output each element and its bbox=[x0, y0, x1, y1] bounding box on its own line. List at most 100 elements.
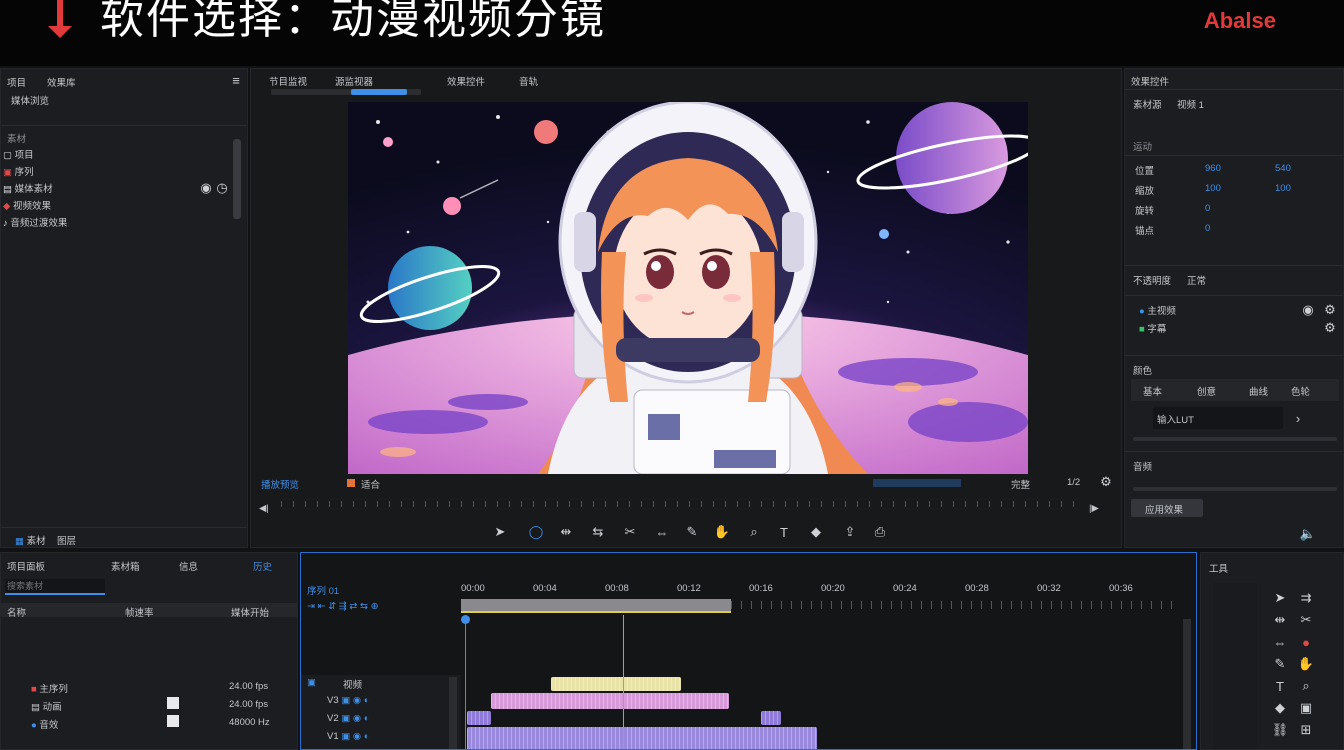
tab-effects-library[interactable]: 效果库 bbox=[47, 75, 76, 89]
in-marker[interactable] bbox=[347, 479, 355, 487]
hand-icon[interactable]: ✋ bbox=[1297, 655, 1315, 673]
list-item[interactable]: ▢ 项目 bbox=[3, 147, 34, 161]
table-row[interactable]: ▤ 动画 bbox=[31, 699, 62, 713]
track-v2[interactable]: V2 ▣ ◉ ◐ bbox=[327, 713, 370, 724]
export-icon[interactable]: ⇪ bbox=[841, 523, 859, 541]
video-clip[interactable] bbox=[491, 693, 729, 709]
list-item[interactable]: ▤ 媒体素材 bbox=[3, 181, 53, 195]
marker-icon[interactable]: ◆ bbox=[807, 523, 825, 541]
timeline-tools[interactable]: ⇥ ⇤ ⇵ ⇶ ⇄ ⇆ ⊕ bbox=[307, 601, 379, 612]
razor-icon[interactable]: ✂ bbox=[1297, 611, 1315, 629]
scrubber-ruler[interactable] bbox=[281, 501, 1081, 507]
green-playhead[interactable] bbox=[623, 615, 624, 749]
column-name[interactable]: 名称 bbox=[7, 605, 26, 619]
tab-audio-track[interactable]: 音轨 bbox=[519, 74, 538, 88]
lasso-icon[interactable]: ◯ bbox=[527, 523, 545, 541]
blend-mode[interactable]: 正常 bbox=[1187, 273, 1206, 287]
tab-creative[interactable]: 创意 bbox=[1197, 384, 1216, 398]
type-icon[interactable]: T bbox=[775, 523, 793, 541]
param-value[interactable]: 0 bbox=[1205, 223, 1210, 234]
param-value-2[interactable]: 100 bbox=[1275, 183, 1291, 194]
tab-curves[interactable]: 曲线 bbox=[1249, 384, 1268, 398]
tab-source[interactable]: 源监视器 bbox=[335, 74, 373, 88]
settings-icon[interactable]: ⚙ bbox=[1097, 473, 1115, 491]
param-value-2[interactable]: 540 bbox=[1275, 163, 1291, 174]
intensity-slider[interactable] bbox=[1133, 437, 1337, 441]
razor-icon[interactable]: ✂ bbox=[621, 523, 639, 541]
param-value[interactable]: 100 bbox=[1205, 183, 1221, 194]
rolling-icon[interactable]: ⇆ bbox=[589, 523, 607, 541]
zoom-icon[interactable]: ⌕ bbox=[745, 523, 763, 541]
track-select-icon[interactable]: ⇉ bbox=[1297, 589, 1315, 607]
speaker-icon[interactable]: 🔈 bbox=[1299, 525, 1317, 543]
track-item[interactable]: ● 主视频 bbox=[1139, 303, 1176, 317]
slip-icon[interactable]: ⇔ bbox=[653, 523, 671, 541]
quality-dropdown[interactable]: 完整 bbox=[1011, 477, 1030, 491]
snap-icon[interactable]: ⊞ bbox=[1297, 721, 1315, 739]
timeline-ruler[interactable]: 00:00 00:04 00:08 00:12 00:16 00:20 00:2… bbox=[461, 583, 1181, 597]
list-item[interactable]: ◆ 视频效果 bbox=[3, 198, 51, 212]
track-v3[interactable]: V1 ▣ ◉ ◐ bbox=[327, 731, 370, 742]
select-icon[interactable]: ➤ bbox=[1271, 589, 1289, 607]
playhead-handle[interactable] bbox=[461, 615, 470, 624]
record-icon[interactable]: ● bbox=[1297, 633, 1315, 651]
track-item[interactable]: ■ 字幕 bbox=[1139, 321, 1166, 335]
marker-icon[interactable]: ◆ bbox=[1271, 699, 1289, 717]
tab-effect-controls[interactable]: 效果控件 bbox=[447, 74, 485, 88]
slip-icon[interactable]: ⇔ bbox=[1271, 633, 1289, 651]
blue-playhead[interactable] bbox=[465, 615, 466, 749]
track-icon[interactable]: ▣ bbox=[307, 677, 316, 688]
param-value[interactable]: 0 bbox=[1205, 203, 1210, 214]
zoom-level-bar[interactable] bbox=[873, 479, 961, 487]
tab-bins[interactable]: 素材箱 bbox=[111, 559, 140, 573]
lock-icon[interactable]: ▣ bbox=[1297, 699, 1315, 717]
list-item[interactable]: ▣ 序列 bbox=[3, 164, 34, 178]
camera-icon[interactable]: ⎙ bbox=[871, 523, 889, 541]
color-section[interactable]: 颜色 bbox=[1133, 363, 1152, 377]
video-clip[interactable] bbox=[761, 711, 781, 725]
clock-icon[interactable]: ◷ bbox=[213, 179, 231, 197]
param-value[interactable]: 960 bbox=[1205, 163, 1221, 174]
type-icon[interactable]: T bbox=[1271, 677, 1289, 695]
tab-info[interactable]: 信息 bbox=[179, 559, 198, 573]
audio-clip[interactable] bbox=[467, 727, 817, 749]
motion-section[interactable]: 运动 bbox=[1133, 139, 1152, 153]
work-area-bar[interactable] bbox=[461, 599, 731, 611]
sequence-tab[interactable]: 序列 01 bbox=[307, 583, 339, 597]
fit-dropdown[interactable]: 适合 bbox=[361, 477, 380, 491]
hand-icon[interactable]: ✋ bbox=[713, 523, 731, 541]
table-row[interactable]: ● 音效 bbox=[31, 717, 58, 731]
zoom-icon[interactable]: ⌕ bbox=[1297, 677, 1315, 695]
tab-program[interactable]: 节目监视 bbox=[269, 74, 307, 88]
timecode-display[interactable]: 播放预览 bbox=[261, 477, 299, 491]
pen-icon[interactable]: ✎ bbox=[1271, 655, 1289, 673]
eye-icon[interactable]: ◉ bbox=[1299, 301, 1317, 319]
menu-icon[interactable]: ≡ bbox=[227, 71, 245, 89]
tab-basic[interactable]: 基本 bbox=[1143, 384, 1162, 398]
volume-slider[interactable] bbox=[1133, 487, 1337, 491]
select-icon[interactable]: ➤ bbox=[491, 523, 509, 541]
apply-effect-button[interactable]: 应用效果 bbox=[1131, 499, 1203, 517]
tab-project-panel[interactable]: 项目面板 bbox=[7, 559, 45, 573]
tab-project[interactable]: 项目 bbox=[7, 75, 26, 89]
pen-icon[interactable]: ✎ bbox=[683, 523, 701, 541]
list-item[interactable]: ♪ 音频过渡效果 bbox=[3, 215, 67, 229]
tab-history[interactable]: 历史 bbox=[253, 559, 272, 573]
track-v1[interactable]: V3 ▣ ◉ ◐ bbox=[327, 695, 370, 706]
title-clip[interactable] bbox=[551, 677, 681, 691]
settings-icon[interactable]: ⚙ bbox=[1321, 319, 1339, 337]
column-rate[interactable]: 帧速率 bbox=[125, 605, 154, 619]
link-icon[interactable]: ⛓ bbox=[1271, 721, 1289, 739]
table-row[interactable]: ■ 主序列 bbox=[31, 681, 68, 695]
search-input[interactable] bbox=[5, 579, 105, 595]
ripple-icon[interactable]: ⇹ bbox=[557, 523, 575, 541]
column-start[interactable]: 媒体开始 bbox=[231, 605, 269, 619]
timeline-scrollbar[interactable] bbox=[1183, 619, 1191, 749]
scrollbar[interactable] bbox=[233, 139, 241, 219]
chevron-icon[interactable]: › bbox=[1289, 409, 1307, 427]
settings-icon[interactable]: ⚙ bbox=[1321, 301, 1339, 319]
tab-wheels[interactable]: 色轮 bbox=[1291, 384, 1310, 398]
opacity-section[interactable]: 不透明度 bbox=[1133, 273, 1171, 287]
ripple-icon[interactable]: ⇹ bbox=[1271, 611, 1289, 629]
audio-section[interactable]: 音频 bbox=[1133, 459, 1152, 473]
